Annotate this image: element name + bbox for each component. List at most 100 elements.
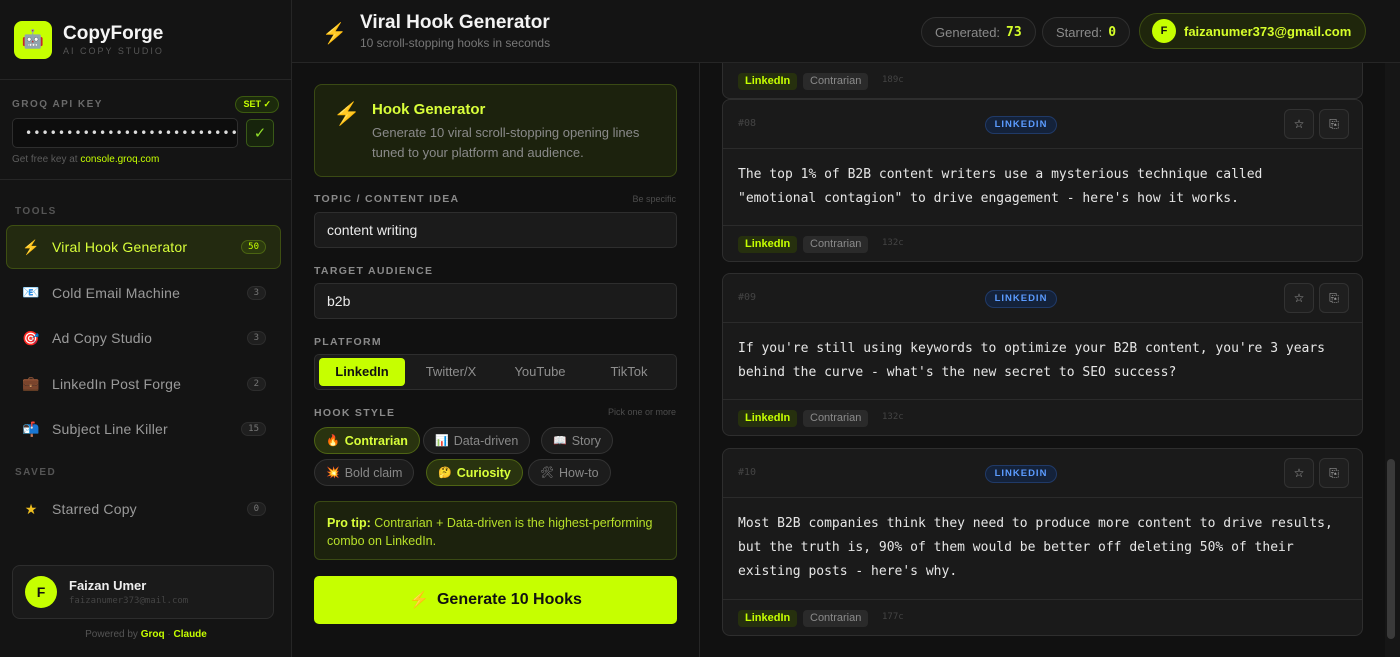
hook-style-tag: Contrarian: [803, 410, 869, 427]
account-email: faizanumer373@gmail.com: [1184, 23, 1352, 39]
sidebar: 🤖 CopyForge AI COPY STUDIO GROQ API KEY …: [0, 0, 292, 657]
generate-hooks-button[interactable]: ⚡ Generate 10 Hooks: [314, 576, 677, 624]
platform-option-youtube[interactable]: YouTube: [497, 358, 583, 386]
style-chip-data-driven[interactable]: 📊 Data-driven: [423, 427, 531, 454]
star-icon: ★: [24, 500, 38, 517]
briefcase-icon: 💼: [22, 375, 40, 391]
api-note-text: Get free key at: [12, 154, 78, 165]
hook-style-tag: Contrarian: [803, 236, 869, 253]
style-chip-label: Story: [571, 433, 601, 448]
lightning-icon: ⚡: [409, 592, 429, 609]
sidebar-item-count: 2: [246, 376, 266, 391]
platform-option-tiktok[interactable]: TikTok: [586, 358, 672, 386]
star-icon[interactable]: ☆: [1284, 283, 1314, 313]
tools-nav: ⚡ Viral Hook Generator 50 📧 Cold Email M…: [6, 225, 281, 453]
account-button[interactable]: F faizanumer373@gmail.com: [1139, 13, 1367, 49]
results-scrollbar-thumb[interactable]: [1387, 459, 1395, 639]
hook-footer: LinkedIn Contrarian 177c: [723, 599, 1362, 635]
hook-char-count: 189c: [882, 75, 904, 85]
hook-platform-badge: LINKEDIN: [985, 465, 1057, 483]
saved-section-label: SAVED: [15, 467, 57, 478]
avatar: F: [25, 576, 57, 608]
hook-number: #08: [738, 118, 757, 129]
hook-footer: LinkedIn Contrarian 132c: [723, 399, 1362, 435]
page-subtitle: 10 scroll-stopping hooks in seconds: [360, 36, 551, 50]
provider-groq: Groq: [140, 629, 165, 640]
star-icon[interactable]: ☆: [1284, 109, 1314, 139]
style-chip-how-to[interactable]: 🛠 How-to: [528, 459, 611, 486]
style-chip-label: Contrarian: [344, 433, 408, 448]
lightning-icon: ⚡: [322, 23, 347, 45]
saved-nav: ★ Starred Copy 0: [6, 487, 281, 533]
bar-chart-icon: 📊: [435, 435, 449, 447]
pro-tip-text: Contrarian + Data-driven is the highest-…: [327, 516, 653, 548]
check-icon[interactable]: ✓: [246, 119, 274, 147]
provider-claude: Claude: [173, 629, 207, 640]
style-chip-curiosity[interactable]: 🤔 Curiosity: [426, 459, 523, 486]
sidebar-item-subject-line-killer[interactable]: 📬 Subject Line Killer 15: [6, 407, 281, 451]
topic-label: TOPIC / CONTENT IDEA: [314, 193, 460, 205]
style-chip-story[interactable]: 📖 Story: [541, 427, 613, 454]
hook-style-tag: Contrarian: [803, 73, 869, 90]
hook-platform-badge: LINKEDIN: [985, 116, 1057, 134]
api-key-section: GROQ API KEY SET ✓ •••••••••••••••••••••…: [0, 80, 291, 180]
tools-section-label: TOOLS: [15, 206, 57, 217]
style-chip-bold-claim[interactable]: 💥 Bold claim: [314, 459, 415, 486]
hook-number: #09: [738, 292, 757, 303]
groq-console-link[interactable]: console.groq.com: [80, 154, 159, 165]
copy-icon[interactable]: ⎘: [1319, 458, 1349, 488]
hook-platform-tag: LinkedIn: [738, 73, 798, 90]
api-note: Get free key at console.groq.com: [12, 154, 279, 165]
app: 🤖 CopyForge AI COPY STUDIO GROQ API KEY …: [0, 0, 1400, 657]
generated-counter: Generated: 73: [921, 17, 1036, 47]
audience-input[interactable]: b2b: [314, 283, 677, 319]
topic-hint: Be specific: [632, 194, 676, 204]
hook-char-count: 132c: [882, 238, 904, 248]
sidebar-item-starred-copy[interactable]: ★ Starred Copy 0: [6, 487, 281, 531]
hook-text: Most B2B companies think they need to pr…: [738, 516, 1333, 579]
hook-platform-tag: LinkedIn: [738, 610, 798, 627]
starred-value: 0: [1108, 24, 1117, 40]
style-chip-label: How-to: [558, 465, 599, 480]
page-header: ⚡ Viral Hook Generator 10 scroll-stoppin…: [292, 0, 1400, 63]
sidebar-item-cold-email-machine[interactable]: 📧 Cold Email Machine 3: [6, 271, 281, 315]
sidebar-item-count: 3: [246, 285, 266, 300]
hook-char-count: 132c: [882, 412, 904, 422]
hook-card: #09 LINKEDIN ☆ ⎘ If you're still using k…: [722, 273, 1363, 436]
platform-option-twitter[interactable]: Twitter/X: [408, 358, 494, 386]
sidebar-item-label: Subject Line Killer: [52, 421, 168, 437]
brand: 🤖 CopyForge AI COPY STUDIO: [0, 0, 291, 80]
star-icon[interactable]: ☆: [1284, 458, 1314, 488]
copy-icon[interactable]: ⎘: [1319, 109, 1349, 139]
platform-option-linkedin[interactable]: LinkedIn: [319, 358, 405, 386]
topic-input[interactable]: content writing: [314, 212, 677, 248]
fire-icon: 🔥: [326, 435, 340, 447]
hook-footer: LinkedIn Contrarian 132c: [723, 225, 1362, 261]
style-chip-contrarian[interactable]: 🔥 Contrarian: [314, 427, 420, 454]
sidebar-item-linkedin-post-forge[interactable]: 💼 LinkedIn Post Forge 2: [6, 362, 281, 406]
sidebar-item-viral-hook-generator[interactable]: ⚡ Viral Hook Generator 50: [6, 225, 281, 269]
hook-number: #10: [738, 467, 757, 478]
sidebar-item-label: Cold Email Machine: [52, 284, 181, 301]
sidebar-item-label: Ad Copy Studio: [52, 330, 153, 346]
hook-card: #08 LINKEDIN ☆ ⎘ The top 1% of B2B conte…: [722, 99, 1363, 262]
card-description: Generate 10 viral scroll-stopping openin…: [372, 125, 640, 160]
audience-label: TARGET AUDIENCE: [314, 265, 434, 277]
sidebar-item-count: 50: [241, 240, 266, 254]
sidebar-item-label: Viral Hook Generator: [52, 239, 188, 255]
sidebar-item-ad-copy-studio[interactable]: 🎯 Ad Copy Studio 3: [6, 316, 281, 360]
user-card[interactable]: F Faizan Umer faizanumer373@mail.com: [12, 565, 274, 619]
brand-subtitle: AI COPY STUDIO: [63, 45, 164, 56]
account-avatar: F: [1152, 19, 1176, 43]
brand-name: CopyForge: [63, 22, 164, 44]
mailbox-icon: 📬: [22, 420, 40, 437]
copy-icon[interactable]: ⎘: [1319, 283, 1349, 313]
target-icon: 🎯: [22, 329, 40, 346]
robot-icon: 🤖: [14, 20, 52, 59]
pro-tip-label: Pro tip:: [327, 516, 371, 530]
sidebar-item-label: LinkedIn Post Forge: [52, 375, 182, 392]
api-key-input[interactable]: ••••••••••••••••••••••••••••••••••••: [12, 118, 238, 148]
generate-hooks-label: Generate 10 Hooks: [436, 591, 582, 608]
platform-selector: LinkedIn Twitter/X YouTube TikTok: [314, 354, 677, 390]
user-name: Faizan Umer: [69, 578, 147, 593]
